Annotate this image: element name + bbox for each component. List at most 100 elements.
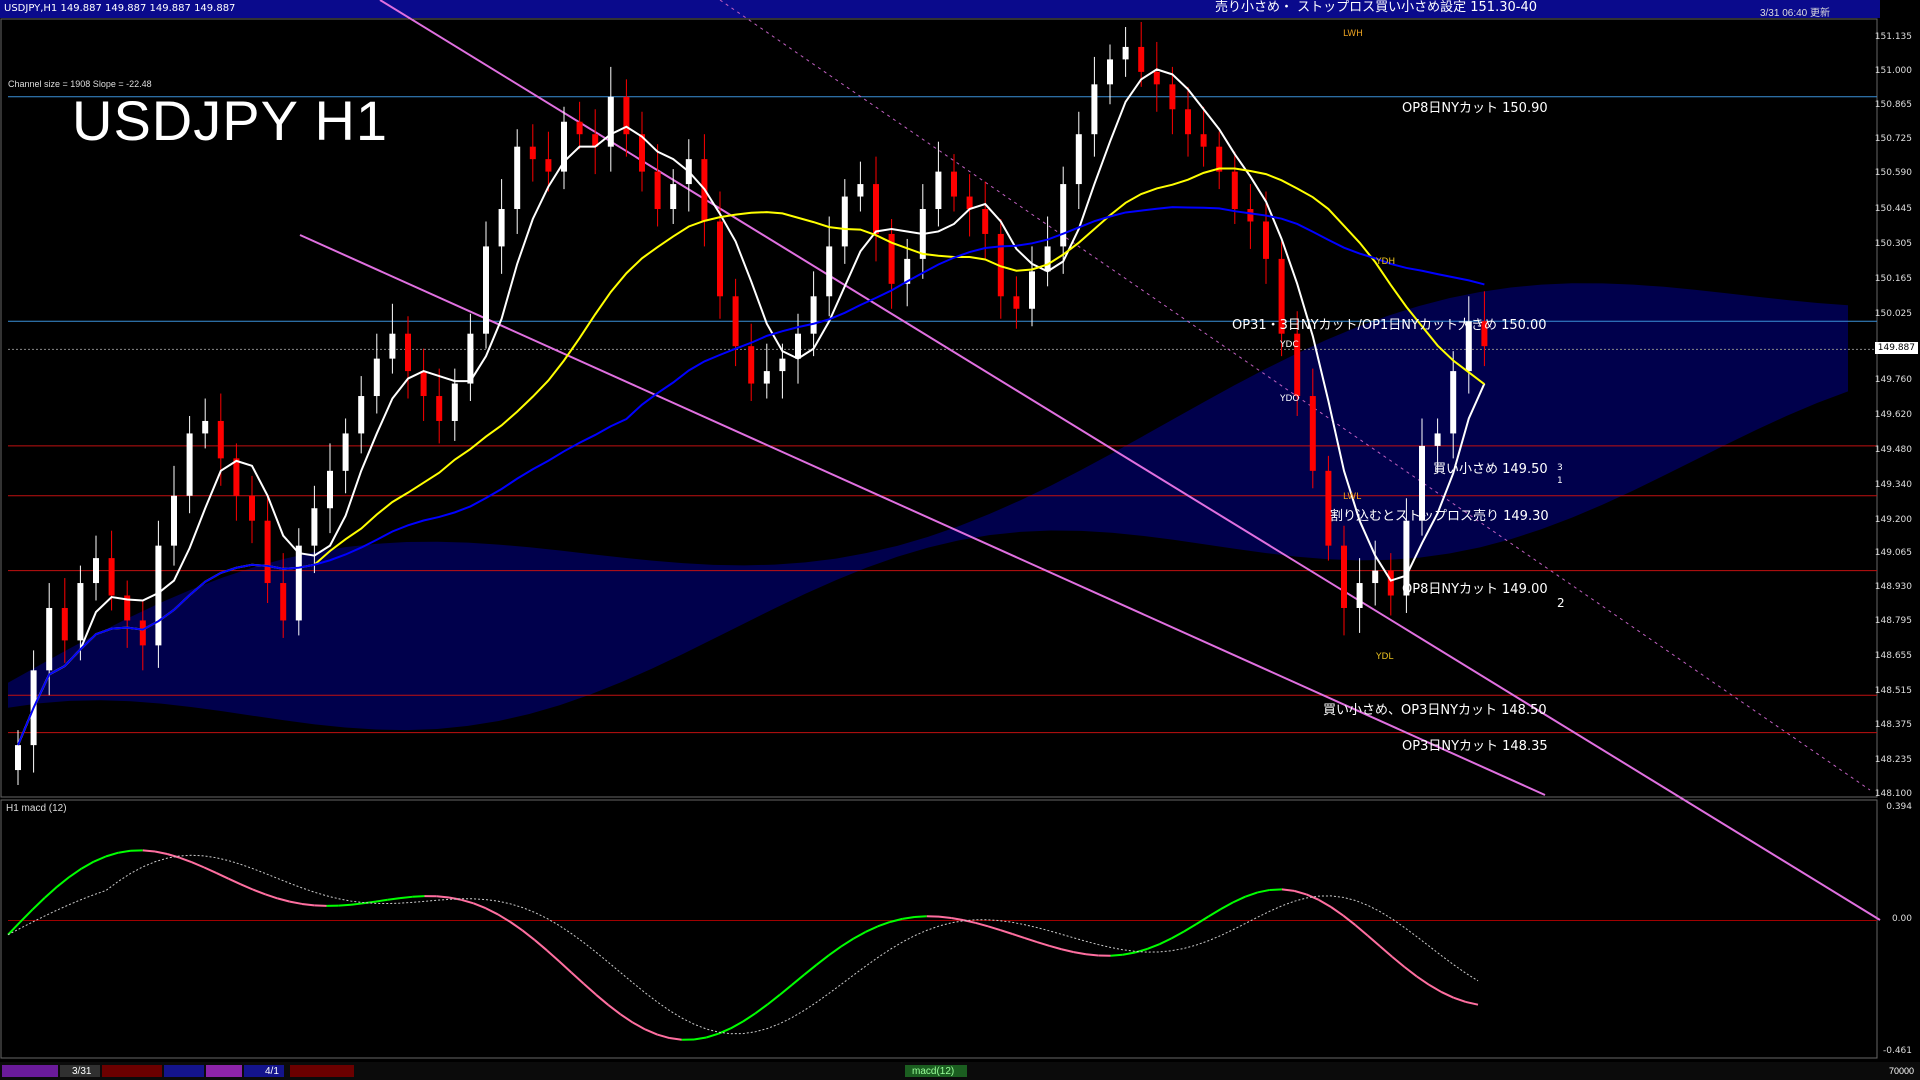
candle [779,358,786,372]
macd-line [1085,953,1099,957]
candle [545,159,552,172]
candle [1341,545,1347,608]
macd-line [558,960,573,974]
level-annotation: 売り小さめ・ ストップロス買い小さめ設定 151.30-40 [1215,0,1537,15]
price-tick: 149.200 [1874,514,1912,525]
candle [841,196,848,247]
macd-line [301,902,315,907]
candle [171,495,177,546]
candle [670,184,677,210]
candle [1450,371,1457,434]
macd-line [1440,991,1454,999]
macd-signal-line [7,854,1479,1035]
current-price-box: 149.887 [1874,342,1918,355]
ratio-label: 2 [1557,596,1565,610]
candle [795,333,801,359]
indicator-label: H1 macd (12) [6,803,67,814]
price-tick: 150.025 [1874,308,1912,319]
candle [358,396,365,434]
level-annotation: 買い小さめ 149.50 [1433,462,1548,477]
macd-line [264,893,278,900]
candle [1263,221,1269,259]
ydl-label: YDL [1376,652,1394,662]
macd-line [1207,908,1222,918]
price-tick: 150.165 [1874,274,1912,285]
candle [1138,46,1145,72]
macd-tick: -0.461 [1882,1046,1912,1056]
macd-line [363,900,376,905]
candle [732,296,739,347]
candle [249,495,255,521]
candle [186,433,193,496]
candle [420,371,427,397]
price-tick: 148.515 [1874,685,1912,696]
macd-line [81,860,95,870]
macd-line [914,915,927,918]
candle [108,558,115,596]
macd-line [7,921,21,936]
macd-line [951,916,964,922]
macd-line [460,898,474,905]
candle [717,221,723,297]
candle [1185,109,1191,135]
macd-line [534,939,548,952]
macd-line [1159,937,1173,946]
macd-line [289,900,303,905]
macd-line [607,1004,622,1016]
macd-line [338,903,352,907]
candle [857,184,864,197]
macd-line [436,895,450,899]
candle [1247,209,1254,222]
price-axis: 151.135 151.000 150.865 150.725 150.590 150.4… [1874,0,1920,1080]
candle [654,171,661,210]
macd-line [1330,906,1344,917]
macd-line [56,876,70,888]
macd-line [521,929,536,941]
candle [1029,271,1035,309]
macd-line [1354,924,1369,937]
macd-line [583,983,597,996]
candle [810,296,817,334]
macd-line [44,886,58,899]
candle [1387,570,1394,596]
candle [951,171,957,197]
price-tick: 149.065 [1874,548,1912,559]
macd-line [215,872,229,880]
macd-line [1428,983,1442,993]
candle [748,346,755,384]
macd-line [754,1003,769,1015]
macd-line [375,898,388,903]
indicator-tab[interactable]: macd(12) [912,1066,954,1077]
candle [763,371,770,384]
macd-line [252,888,266,896]
macd-panel [0,799,1878,1059]
candle [264,520,271,584]
level-annotation: OP3日NYカット 148.35 [1402,739,1548,754]
candle [1434,433,1441,446]
price-chart[interactable] [0,0,1920,1080]
price-tick: 148.795 [1874,615,1912,626]
macd-line [1122,951,1136,956]
macd-line [619,1013,634,1024]
candle [373,358,380,397]
candle [935,171,942,210]
volume-label: 70000 [1888,1066,1914,1076]
macd-line [314,904,327,907]
date-label: 3/31 [72,1066,92,1077]
level-annotation: 割り込むとストップロス売り 149.30 [1330,509,1549,524]
price-tick: 151.000 [1874,65,1912,76]
price-tick: 151.135 [1874,32,1912,43]
macd-line [1146,943,1160,950]
price-tick: 149.760 [1874,375,1912,386]
macd-line [902,915,915,920]
price-tick: 149.480 [1874,444,1912,455]
level-annotation: 買い小さめ、OP3日NYカット 148.50 [1323,703,1547,718]
macd-line [350,902,364,906]
macd-line [1110,953,1123,957]
candle [514,146,521,210]
macd-line [975,921,989,928]
macd-line [228,877,242,886]
price-tick: 148.235 [1874,755,1912,766]
macd-line [791,973,805,986]
macd-line [1306,893,1320,901]
